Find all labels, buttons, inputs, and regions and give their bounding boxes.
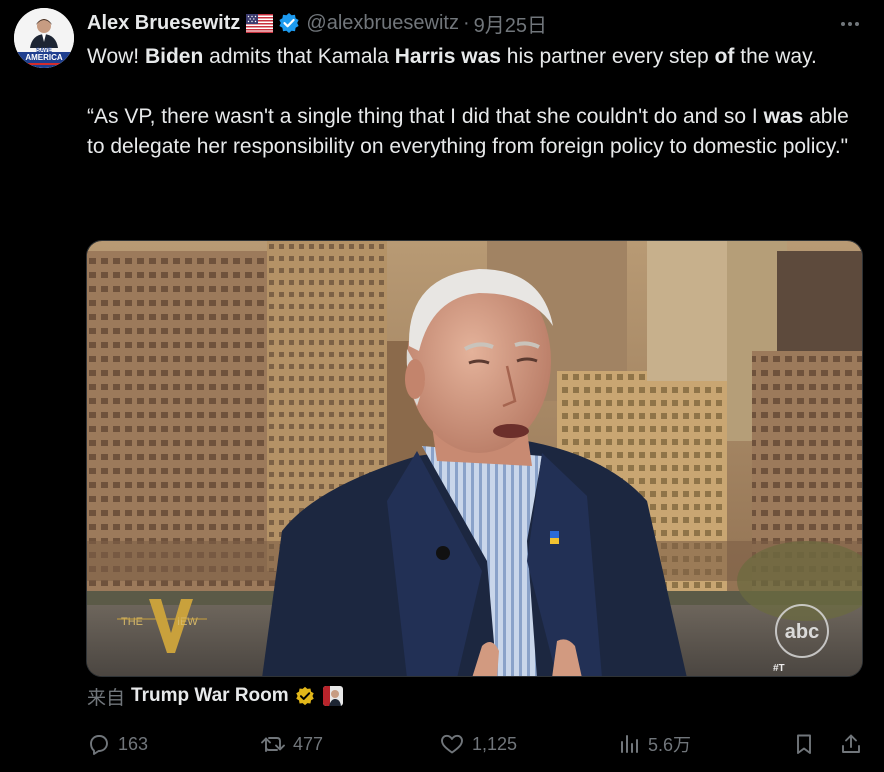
tweet-text-bold-run: Biden <box>144 45 204 68</box>
tweet-paragraph-2: “As VP, there wasn't a single thing that… <box>87 102 867 162</box>
the-view-logo-left: THE <box>121 616 143 628</box>
tweet-text-bold-run: Harris was <box>394 45 501 68</box>
views-chart-icon <box>621 735 638 753</box>
tweet-timestamp[interactable]: 9月25日 <box>474 9 547 38</box>
source-avatar[interactable] <box>322 686 343 706</box>
tweet-text-run: admits that Kamala <box>203 45 395 68</box>
tweet-video[interactable]: THE IEW abc #T <box>86 240 863 677</box>
retweet-count: 477 <box>293 733 324 754</box>
reply-button[interactable]: 163 <box>87 728 148 760</box>
reply-icon <box>90 735 108 755</box>
like-count: 1,125 <box>472 733 518 754</box>
tweet-text-run: “As VP, there wasn't a single thing that… <box>87 105 764 128</box>
separator-dot: · <box>462 11 470 34</box>
more-options-icon[interactable] <box>836 12 864 36</box>
avatar-text-america: AMERICA <box>25 53 63 62</box>
retweet-icon <box>261 737 285 752</box>
tweet-text-bold-run: was <box>763 105 804 128</box>
tweet-header: Alex Bruesewitz @alexbruesewitz · 9月25日 <box>87 9 547 37</box>
the-view-logo-right: IEW <box>177 616 198 628</box>
tweet-text-bold-run: of <box>714 45 735 68</box>
video-source: 来自 Trump War Room <box>87 683 343 709</box>
tweet-paragraph-1: Wow! Biden admits that Kamala Harris was… <box>87 42 867 72</box>
tweet-text-run: the way. <box>734 45 817 68</box>
author-avatar[interactable]: SAVE AMERICA <box>14 8 74 68</box>
share-icon <box>842 734 860 753</box>
gold-verified-badge-icon <box>295 686 315 706</box>
bookmark-button[interactable] <box>792 728 823 760</box>
like-button[interactable]: 1,125 <box>439 728 517 760</box>
bookmark-icon <box>797 734 811 754</box>
from-label: 来自 <box>87 687 126 709</box>
author-handle[interactable]: @alexbruesewitz <box>306 12 459 35</box>
tweet-text-run: his partner every step <box>500 45 715 68</box>
source-account-name[interactable]: Trump War Room <box>131 685 289 707</box>
action-bar: 163 477 1,125 5.6万 <box>87 728 867 760</box>
verified-badge-icon[interactable] <box>278 12 300 34</box>
views-button[interactable]: 5.6万 <box>617 728 691 760</box>
us-flag-icon <box>246 13 274 33</box>
retweet-button[interactable]: 477 <box>260 728 323 760</box>
heart-icon <box>441 734 463 754</box>
share-button[interactable] <box>839 728 870 760</box>
tweet-text-run: Wow! <box>87 45 145 68</box>
abc-logo-text: abc <box>785 621 819 643</box>
views-count: 5.6万 <box>648 735 692 755</box>
tweet-text: Wow! Biden admits that Kamala Harris was… <box>87 42 867 192</box>
reply-count: 163 <box>118 733 149 754</box>
corner-tag: #T <box>773 663 785 674</box>
author-name[interactable]: Alex Bruesewitz <box>87 12 240 35</box>
